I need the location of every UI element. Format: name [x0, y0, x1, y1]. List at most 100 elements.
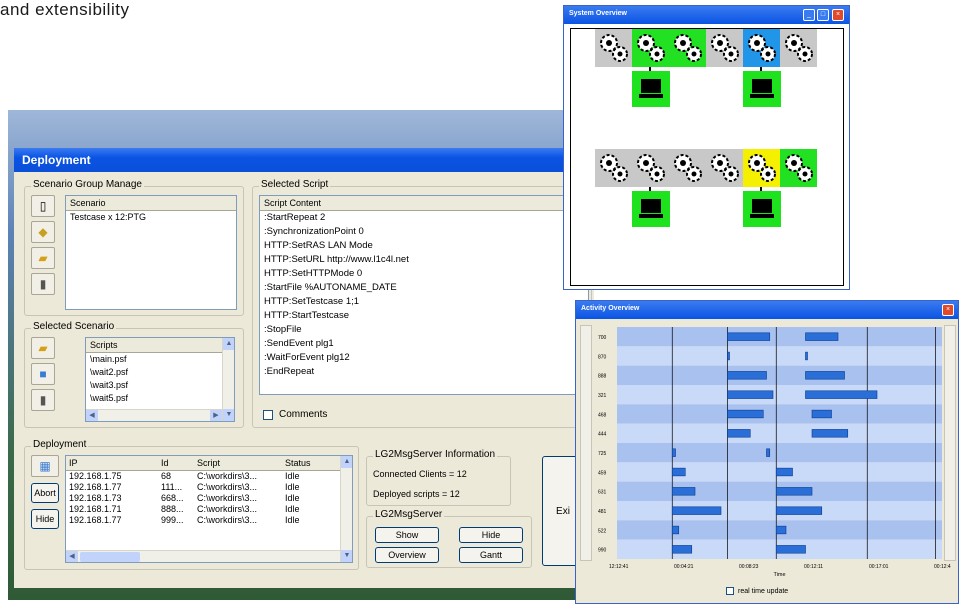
vertical-scrollbar[interactable]: ▲ ▼: [222, 338, 234, 421]
scroll-down-icon[interactable]: ▼: [341, 550, 352, 562]
deployment-table[interactable]: IP Id Script Status 192.168.1.75 68 C:\wor…: [65, 455, 353, 563]
table-row[interactable]: 192.168.1.73 668... C:\workdirs\3... Idle: [66, 493, 352, 504]
gantt-bar: [727, 351, 730, 361]
delete-scenario-button[interactable]: ▮: [31, 273, 55, 295]
scripts-column-header[interactable]: Scripts: [86, 338, 234, 353]
server-hide-button[interactable]: Hide: [459, 527, 523, 543]
gantt-bar: [805, 371, 845, 380]
realtime-checkbox[interactable]: [726, 587, 734, 595]
gear-icon[interactable]: [706, 29, 743, 67]
gantt-bar: [671, 448, 676, 457]
scroll-left-icon[interactable]: ◀: [66, 551, 78, 562]
scroll-up-icon[interactable]: ▲: [341, 456, 352, 468]
row-label: 990: [598, 548, 607, 554]
vertical-scrollbar[interactable]: ▲ ▼: [340, 456, 352, 562]
scroll-down-icon[interactable]: ▼: [223, 409, 234, 421]
close-icon[interactable]: ×: [832, 9, 844, 21]
selected-script-box: Selected Script Script Content :StartRep…: [252, 179, 592, 428]
gear-icon[interactable]: [780, 29, 817, 67]
minimize-icon[interactable]: _: [803, 9, 815, 21]
script-content-header[interactable]: Script Content: [260, 196, 588, 211]
row-label: 888: [598, 374, 607, 380]
blank-page-icon: ▯: [39, 199, 47, 213]
laptop-icon[interactable]: [743, 71, 781, 107]
table-cell: 668...: [161, 493, 184, 503]
gear-icon[interactable]: [632, 29, 669, 67]
script-content-box[interactable]: Script Content :StartRepeat 2:Synchroniz…: [259, 195, 589, 395]
script-line[interactable]: HTTP:SetRAS LAN Mode: [260, 239, 588, 253]
table-row[interactable]: 192.168.1.77 111... C:\workdirs\3... Idle: [66, 482, 352, 493]
script-line[interactable]: HTTP:SetTestcase 1;1: [260, 295, 588, 309]
folder-icon: ▰: [38, 341, 48, 355]
gear-icon[interactable]: [743, 29, 780, 67]
list-item[interactable]: Testcase x 12:PTG: [66, 211, 236, 224]
list-item[interactable]: \wait3.psf: [86, 379, 234, 392]
table-cell: 192.168.1.77: [69, 515, 122, 525]
overview-button[interactable]: Overview: [375, 547, 439, 563]
gantt-button[interactable]: Gantt: [459, 547, 523, 563]
maximize-icon[interactable]: □: [817, 9, 829, 21]
comments-checkbox[interactable]: [263, 409, 273, 420]
delete-script-button[interactable]: ▮: [31, 389, 55, 411]
laptop-icon[interactable]: [743, 191, 781, 227]
script-line[interactable]: HTTP:SetHTTPMode 0: [260, 267, 588, 281]
open-script-button[interactable]: ▰: [31, 337, 55, 359]
gear-icon[interactable]: [669, 149, 706, 187]
gantt-bar: [727, 429, 751, 438]
gear-icon[interactable]: [706, 149, 743, 187]
realtime-checkbox-row[interactable]: real time update: [726, 587, 788, 595]
script-line[interactable]: :SendEvent plg1: [260, 337, 588, 351]
gear-icon[interactable]: [632, 149, 669, 187]
gear-icon[interactable]: [669, 29, 706, 67]
table-cell: C:\workdirs\3...: [197, 471, 258, 481]
horizontal-scrollbar[interactable]: ◀: [66, 550, 340, 562]
gantt-chart: 700 870 888 321 468 444 725 459 631 481 522 990 12:1…: [598, 327, 951, 578]
scenario-group-box: Scenario Group Manage ▯ ◆ ▰ ▮ Scenario T…: [24, 179, 244, 316]
scroll-up-icon[interactable]: ▲: [223, 338, 234, 350]
gantt-row-band: [617, 423, 942, 443]
table-row[interactable]: 192.168.1.71 888... C:\workdirs\3... Idle: [66, 504, 352, 515]
gear-icon[interactable]: [780, 149, 817, 187]
table-row[interactable]: 192.168.1.77 999... C:\workdirs\3... Idle: [66, 515, 352, 526]
laptop-icon[interactable]: [632, 71, 670, 107]
laptop-icon[interactable]: [632, 191, 670, 227]
script-line[interactable]: :EndRepeat: [260, 365, 588, 379]
gear-icon[interactable]: [743, 149, 780, 187]
edit-scenario-button[interactable]: ◆: [31, 221, 55, 243]
column-header-id[interactable]: Id: [158, 456, 194, 470]
scroll-right-icon[interactable]: ▶: [210, 410, 222, 421]
new-scenario-button[interactable]: ▯: [31, 195, 55, 217]
column-header-status[interactable]: Status: [282, 456, 322, 470]
script-line[interactable]: HTTP:StartTestcase: [260, 309, 588, 323]
deployed-scripts-text: Deployed scripts = 12: [373, 489, 460, 499]
show-button[interactable]: Show: [375, 527, 439, 543]
list-item[interactable]: \wait5.psf: [86, 392, 234, 405]
open-scenario-button[interactable]: ▰: [31, 247, 55, 269]
list-item[interactable]: \wait2.psf: [86, 366, 234, 379]
script-line[interactable]: :WaitForEvent plg12: [260, 351, 588, 365]
column-header-ip[interactable]: IP: [66, 456, 158, 470]
eraser-icon: ◆: [38, 225, 48, 239]
table-row[interactable]: 192.168.1.75 68 C:\workdirs\3... Idle: [66, 471, 352, 482]
abort-button[interactable]: Abort: [31, 483, 59, 503]
gear-icon[interactable]: [595, 29, 632, 67]
deploy-button[interactable]: ▦: [31, 455, 59, 477]
scroll-left-icon[interactable]: ◀: [86, 410, 98, 421]
scenario-column-header[interactable]: Scenario: [66, 196, 236, 211]
scripts-list[interactable]: Scripts \main.psf \wait2.psf \wait3.psf …: [85, 337, 235, 422]
script-line[interactable]: :StartRepeat 2: [260, 211, 588, 225]
horizontal-scrollbar[interactable]: ◀ ▶: [86, 409, 222, 421]
script-line[interactable]: :StopFile: [260, 323, 588, 337]
table-cell: C:\workdirs\3...: [197, 515, 258, 525]
script-line[interactable]: :SynchronizationPoint 0: [260, 225, 588, 239]
hide-button[interactable]: Hide: [31, 509, 59, 529]
gear-icon[interactable]: [595, 149, 632, 187]
script-line[interactable]: :StartFile %AUTONAME_DATE: [260, 281, 588, 295]
save-script-button[interactable]: ■: [31, 363, 55, 385]
scenario-list[interactable]: Scenario Testcase x 12:PTG: [65, 195, 237, 310]
list-item[interactable]: \main.psf: [86, 353, 234, 366]
script-line[interactable]: HTTP:SetURL http://www.l1c4l.net: [260, 253, 588, 267]
scroll-thumb[interactable]: [80, 552, 140, 562]
comments-checkbox-row[interactable]: Comments: [263, 409, 327, 420]
column-header-script[interactable]: Script: [194, 456, 282, 470]
